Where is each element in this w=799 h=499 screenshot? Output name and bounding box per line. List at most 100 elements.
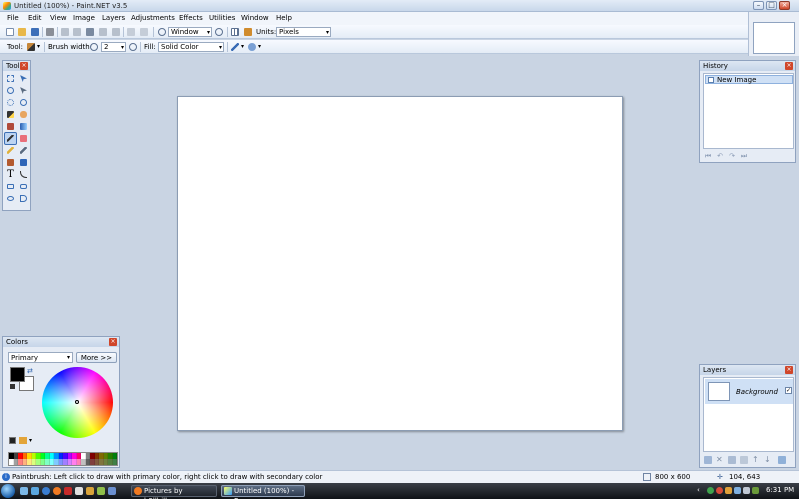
close-button[interactable]: × — [779, 1, 790, 10]
close-icon[interactable]: × — [785, 366, 793, 374]
brush-width-combo[interactable]: 2 ▾ — [101, 42, 126, 52]
default-palette-icon[interactable] — [9, 437, 16, 444]
menu-view[interactable]: View — [50, 14, 67, 22]
decrease-width-icon[interactable] — [90, 43, 98, 51]
quicklaunch-app-icon[interactable] — [75, 487, 83, 495]
blend-mode-icon[interactable] — [248, 43, 256, 51]
volume-icon[interactable] — [743, 487, 750, 494]
clock[interactable]: 6:31 PM — [766, 486, 794, 494]
menu-effects[interactable]: Effects — [179, 14, 203, 22]
menu-image[interactable]: Image — [73, 14, 95, 22]
menu-help[interactable]: Help — [276, 14, 292, 22]
tray-app-icon[interactable] — [752, 487, 759, 494]
chevron-down-icon[interactable]: ▾ — [29, 437, 32, 444]
rectangle-tool[interactable] — [5, 181, 16, 192]
show-desktop-icon[interactable] — [20, 487, 28, 495]
text-tool[interactable]: T — [5, 169, 16, 180]
ellipse-select-tool[interactable] — [5, 97, 16, 108]
network-icon[interactable] — [734, 487, 741, 494]
palette-swatch[interactable] — [112, 459, 117, 465]
chevron-down-icon[interactable]: ▾ — [241, 43, 244, 50]
internet-explorer-icon[interactable] — [42, 487, 50, 495]
start-button[interactable] — [1, 484, 15, 498]
deselect-icon[interactable] — [112, 28, 120, 36]
rounded-rectangle-tool[interactable] — [18, 181, 29, 192]
new-file-icon[interactable] — [6, 28, 14, 36]
merge-layer-icon[interactable] — [740, 456, 748, 464]
units-combo[interactable]: Pixels ▾ — [276, 27, 331, 37]
chevron-down-icon[interactable]: ▾ — [258, 43, 261, 50]
antialiasing-icon[interactable] — [231, 43, 239, 51]
rectangle-select-tool[interactable] — [5, 73, 16, 84]
image-thumbnail[interactable] — [753, 22, 795, 54]
layer-row[interactable]: Background ✓ — [705, 379, 793, 404]
move-selected-tool[interactable] — [18, 85, 29, 96]
color-wheel[interactable] — [42, 367, 113, 438]
increase-width-icon[interactable] — [129, 43, 137, 51]
menu-window[interactable]: Window — [241, 14, 269, 22]
reset-colors-icon[interactable] — [10, 384, 15, 389]
image-canvas[interactable] — [177, 96, 623, 431]
minimize-button[interactable]: – — [753, 1, 764, 10]
tray-app-icon[interactable] — [707, 487, 714, 494]
menu-utilities[interactable]: Utilities — [209, 14, 235, 22]
save-icon[interactable] — [31, 28, 39, 36]
print-icon[interactable] — [46, 28, 54, 36]
lasso-select-tool[interactable] — [5, 85, 16, 96]
switch-windows-icon[interactable] — [31, 487, 39, 495]
grid-icon[interactable] — [231, 28, 239, 36]
chevron-down-icon[interactable]: ▾ — [37, 43, 40, 50]
clone-stamp-tool[interactable] — [5, 157, 16, 168]
magic-wand-tool[interactable] — [5, 109, 16, 120]
redo-icon[interactable]: ↷ — [728, 152, 736, 160]
quicklaunch-app-icon[interactable] — [108, 487, 116, 495]
paintbrush-tool[interactable] — [4, 132, 17, 145]
move-layer-up-icon[interactable]: ↑ — [752, 456, 760, 464]
cut-icon[interactable] — [61, 28, 69, 36]
palette-menu-icon[interactable] — [19, 437, 27, 444]
recolor-tool[interactable] — [18, 157, 29, 168]
swap-colors-icon[interactable]: ⇄ — [27, 367, 33, 375]
menu-adjustments[interactable]: Adjustments — [131, 14, 175, 22]
color-picker-tool[interactable] — [18, 145, 29, 156]
crop-icon[interactable] — [99, 28, 107, 36]
paintbrush-icon[interactable] — [27, 43, 35, 51]
layer-properties-icon[interactable] — [778, 456, 786, 464]
menu-edit[interactable]: Edit — [28, 14, 42, 22]
delete-layer-icon[interactable]: ✕ — [716, 456, 724, 464]
quicklaunch-app-icon[interactable] — [97, 487, 105, 495]
history-item[interactable]: New Image — [705, 75, 793, 84]
color-mode-combo[interactable]: Primary ▾ — [8, 352, 73, 363]
paste-icon[interactable] — [86, 28, 94, 36]
undo-icon[interactable]: ↶ — [716, 152, 724, 160]
more-button[interactable]: More >> — [76, 352, 117, 363]
tray-expand-icon[interactable]: ‹ — [697, 487, 704, 494]
open-file-icon[interactable] — [18, 28, 26, 36]
zoom-out-icon[interactable] — [158, 28, 166, 36]
add-layer-icon[interactable] — [704, 456, 712, 464]
pencil-tool[interactable] — [5, 145, 16, 156]
rewind-icon[interactable]: ⏮ — [704, 152, 712, 160]
zoom-in-icon[interactable] — [215, 28, 223, 36]
redo-icon[interactable] — [140, 28, 148, 36]
rulers-icon[interactable] — [244, 28, 252, 36]
firefox-icon[interactable] — [53, 487, 61, 495]
duplicate-layer-icon[interactable] — [728, 456, 736, 464]
fill-combo[interactable]: Solid Color ▾ — [158, 42, 224, 52]
taskbar-item-firefox[interactable]: Pictures by h3llbillyn... — [131, 485, 217, 499]
move-selection-tool[interactable] — [18, 73, 29, 84]
color-wheel-cursor[interactable] — [75, 400, 79, 404]
eraser-tool[interactable] — [18, 133, 29, 144]
line-curve-tool[interactable] — [18, 169, 29, 180]
freeform-shape-tool[interactable] — [18, 193, 29, 204]
zoom-tool[interactable] — [18, 97, 29, 108]
primary-color-swatch[interactable] — [10, 367, 25, 382]
close-icon[interactable]: × — [109, 338, 117, 346]
pan-tool[interactable] — [18, 109, 29, 120]
tray-app-icon[interactable] — [716, 487, 723, 494]
close-icon[interactable]: × — [785, 62, 793, 70]
ellipse-tool[interactable] — [5, 193, 16, 204]
menu-layers[interactable]: Layers — [102, 14, 125, 22]
media-player-icon[interactable] — [64, 487, 72, 495]
move-layer-down-icon[interactable]: ↓ — [764, 456, 772, 464]
